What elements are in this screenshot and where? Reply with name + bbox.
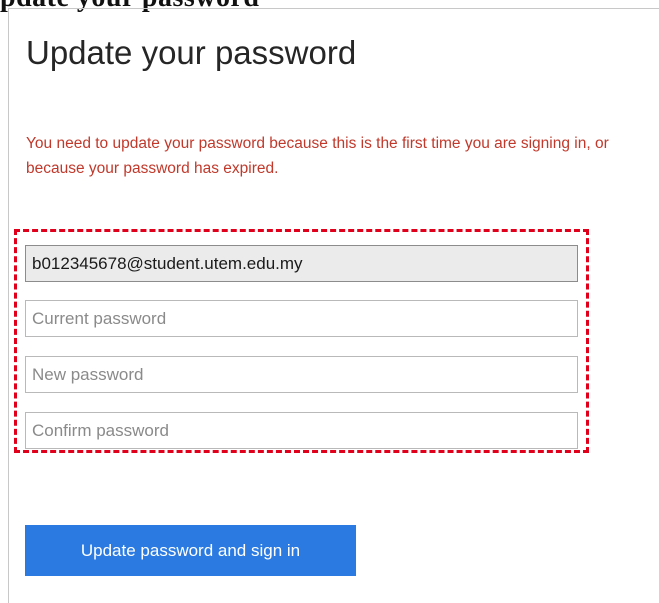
- username-field: b012345678@student.utem.edu.my: [25, 245, 578, 282]
- username-value: b012345678@student.utem.edu.my: [32, 253, 303, 273]
- current-password-input[interactable]: [32, 308, 571, 329]
- confirm-password-field[interactable]: [25, 412, 578, 449]
- current-password-field[interactable]: [25, 300, 578, 337]
- new-password-field[interactable]: [25, 356, 578, 393]
- password-expired-message: You need to update your password because…: [26, 135, 609, 177]
- page-title: Update your password: [26, 34, 357, 71]
- update-password-sign-in-button[interactable]: Update password and sign in: [25, 525, 356, 576]
- new-password-input[interactable]: [32, 364, 571, 385]
- confirm-password-input[interactable]: [32, 420, 571, 441]
